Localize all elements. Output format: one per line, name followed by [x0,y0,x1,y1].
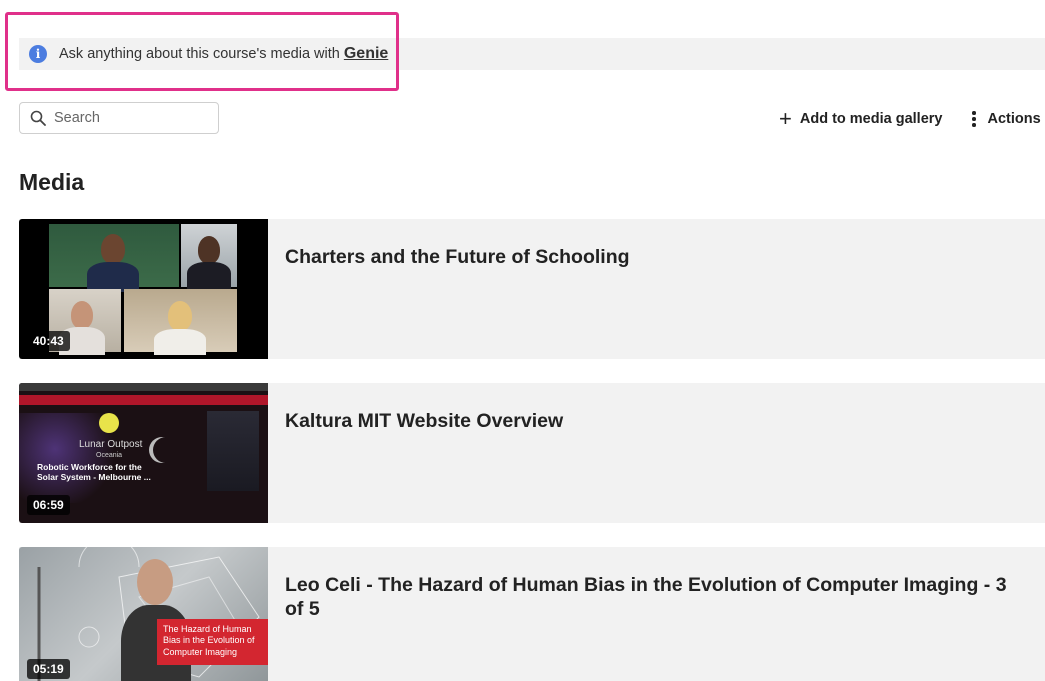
info-icon: i [29,45,47,63]
thumbnail-caption: Robotic Workforce for the Solar System -… [37,462,151,482]
search-icon [30,110,46,126]
thumbnail-caption-line: Bias in the Evolution of [163,635,255,646]
banner-text: Ask anything about this course's media w… [59,46,340,62]
duration-badge: 05:19 [27,659,70,679]
genie-link[interactable]: Genie [344,45,388,63]
search-input[interactable] [54,110,204,126]
duration-badge: 06:59 [27,495,70,515]
video-tile [181,224,237,290]
media-item[interactable]: Lunar Outpost Oceania Robotic Workforce … [19,383,1045,523]
media-gallery-page: i Ask anything about this course's media… [0,0,1045,681]
genie-banner: i Ask anything about this course's media… [19,38,1045,70]
actions-button[interactable]: Actions [972,106,1041,132]
thumbnail-region-text: Oceania [96,452,123,459]
actions-label: Actions [987,111,1041,127]
add-to-media-gallery-button[interactable]: + Add to media gallery [779,106,942,132]
video-tile [124,289,237,355]
thumbnail-caption-line: Computer Imaging [163,646,238,657]
media-title[interactable]: Charters and the Future of Schooling [268,219,650,359]
media-item[interactable]: 40:43 Charters and the Future of Schooli… [19,219,1045,359]
thumbnail-caption-line: The Hazard of Human [163,624,252,634]
media-heading: Media [19,169,85,195]
thumbnail-caption-line: Robotic Workforce for the [37,462,142,472]
add-to-media-gallery-label: Add to media gallery [799,111,943,127]
more-vertical-icon [972,110,976,128]
media-item[interactable]: The Hazard of Human Bias in the Evolutio… [19,547,1045,681]
media-title[interactable]: Leo Celi - The Hazard of Human Bias in t… [268,547,1045,681]
search-box[interactable] [19,102,219,134]
media-thumbnail[interactable]: The Hazard of Human Bias in the Evolutio… [19,547,268,681]
media-thumbnail[interactable]: Lunar Outpost Oceania Robotic Workforce … [19,383,268,523]
thumbnail-caption: The Hazard of Human Bias in the Evolutio… [157,619,268,665]
plus-icon: + [779,106,792,131]
thumbnail-brand-text: Lunar Outpost [79,439,143,450]
thumbnail-caption-line: Solar System - Melbourne ... [37,472,151,483]
media-title[interactable]: Kaltura MIT Website Overview [268,383,583,523]
video-tile [49,224,179,292]
media-thumbnail[interactable]: 40:43 [19,219,268,359]
duration-badge: 40:43 [27,331,70,351]
